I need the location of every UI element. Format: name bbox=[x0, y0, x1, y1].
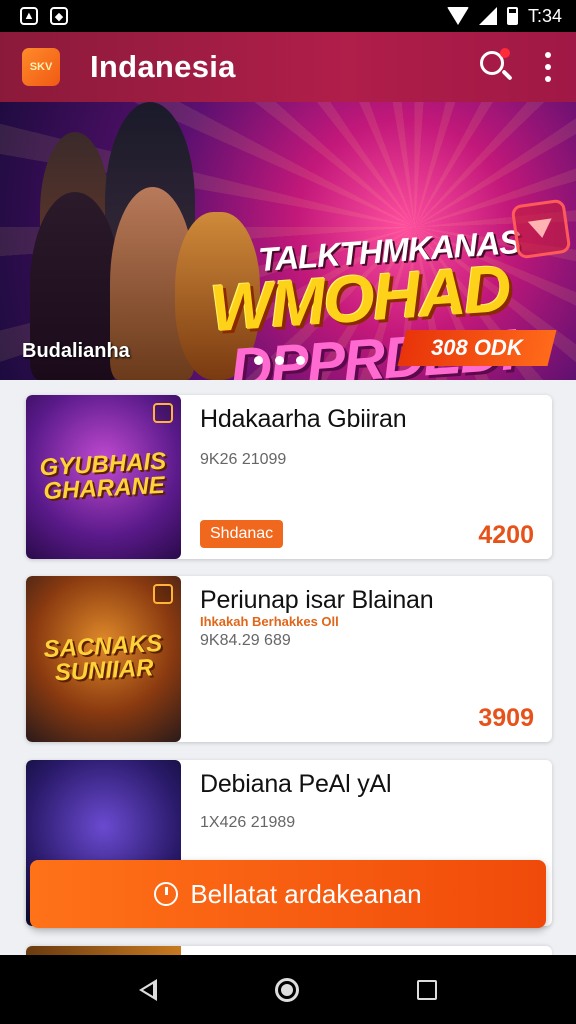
game-price: 3909 bbox=[478, 704, 534, 732]
banner-caption: Budalianha bbox=[22, 340, 130, 362]
notification-dot bbox=[500, 48, 510, 58]
search-button[interactable] bbox=[474, 45, 518, 89]
battery-icon bbox=[506, 7, 518, 25]
game-thumbnail: GYUBHAIS GHARANE bbox=[26, 395, 181, 559]
primary-action-label: Bellatat ardakeanan bbox=[190, 878, 422, 909]
power-icon bbox=[154, 882, 179, 906]
wifi-icon bbox=[446, 7, 469, 25]
clock: T:34 bbox=[527, 5, 562, 26]
overflow-menu-icon[interactable] bbox=[538, 49, 558, 85]
game-meta: 9K84.29 689 bbox=[200, 632, 291, 649]
game-title: Periunap isar Blainan bbox=[200, 586, 434, 614]
page-title: Indanesia bbox=[90, 49, 236, 84]
game-meta: 1X426 21989 bbox=[200, 814, 296, 831]
status-bar: ▲ ◆ T:34 bbox=[0, 0, 576, 32]
banner-cta-button[interactable]: 308 ODK bbox=[397, 330, 557, 366]
list-item[interactable]: SACNAKS SUNIIAR Periunap isar Blainan Ih… bbox=[26, 576, 552, 742]
app-bar: SKV Indanesia bbox=[0, 32, 576, 102]
game-title: Hdakaarha Gbiiran bbox=[200, 405, 407, 433]
carousel-dot[interactable] bbox=[254, 356, 263, 365]
signal-icon bbox=[478, 7, 497, 25]
game-price: 4200 bbox=[478, 521, 534, 549]
status-badge[interactable]: Shdanac bbox=[200, 520, 284, 548]
system-nav-bar bbox=[0, 955, 576, 1024]
notification-icon: ▲ bbox=[20, 7, 38, 25]
recents-icon[interactable] bbox=[417, 979, 437, 1000]
home-icon[interactable] bbox=[275, 977, 299, 1002]
app-logo[interactable]: SKV bbox=[22, 48, 60, 86]
carousel-dot[interactable] bbox=[275, 356, 284, 365]
game-thumbnail: SACNAKS SUNIIAR bbox=[26, 576, 181, 742]
primary-action-button[interactable]: Bellatat ardakeanan bbox=[30, 860, 546, 928]
game-title: Debiana PeAl yAl bbox=[200, 770, 392, 798]
game-tag: Ihkakah Berhakkes Oll bbox=[200, 614, 339, 629]
notification-icon: ◆ bbox=[50, 7, 68, 25]
back-icon[interactable] bbox=[139, 978, 157, 1001]
game-meta: 9K26 21099 bbox=[200, 451, 287, 468]
badge-icon bbox=[153, 584, 173, 604]
badge-icon bbox=[153, 403, 173, 423]
list-item[interactable]: GYUBHAIS GHARANE Hdakaarha Gbiiran 9K26 … bbox=[26, 395, 552, 559]
promo-badge-icon[interactable] bbox=[510, 198, 572, 260]
carousel-dot[interactable] bbox=[296, 356, 305, 365]
carousel-indicator[interactable] bbox=[254, 356, 305, 365]
